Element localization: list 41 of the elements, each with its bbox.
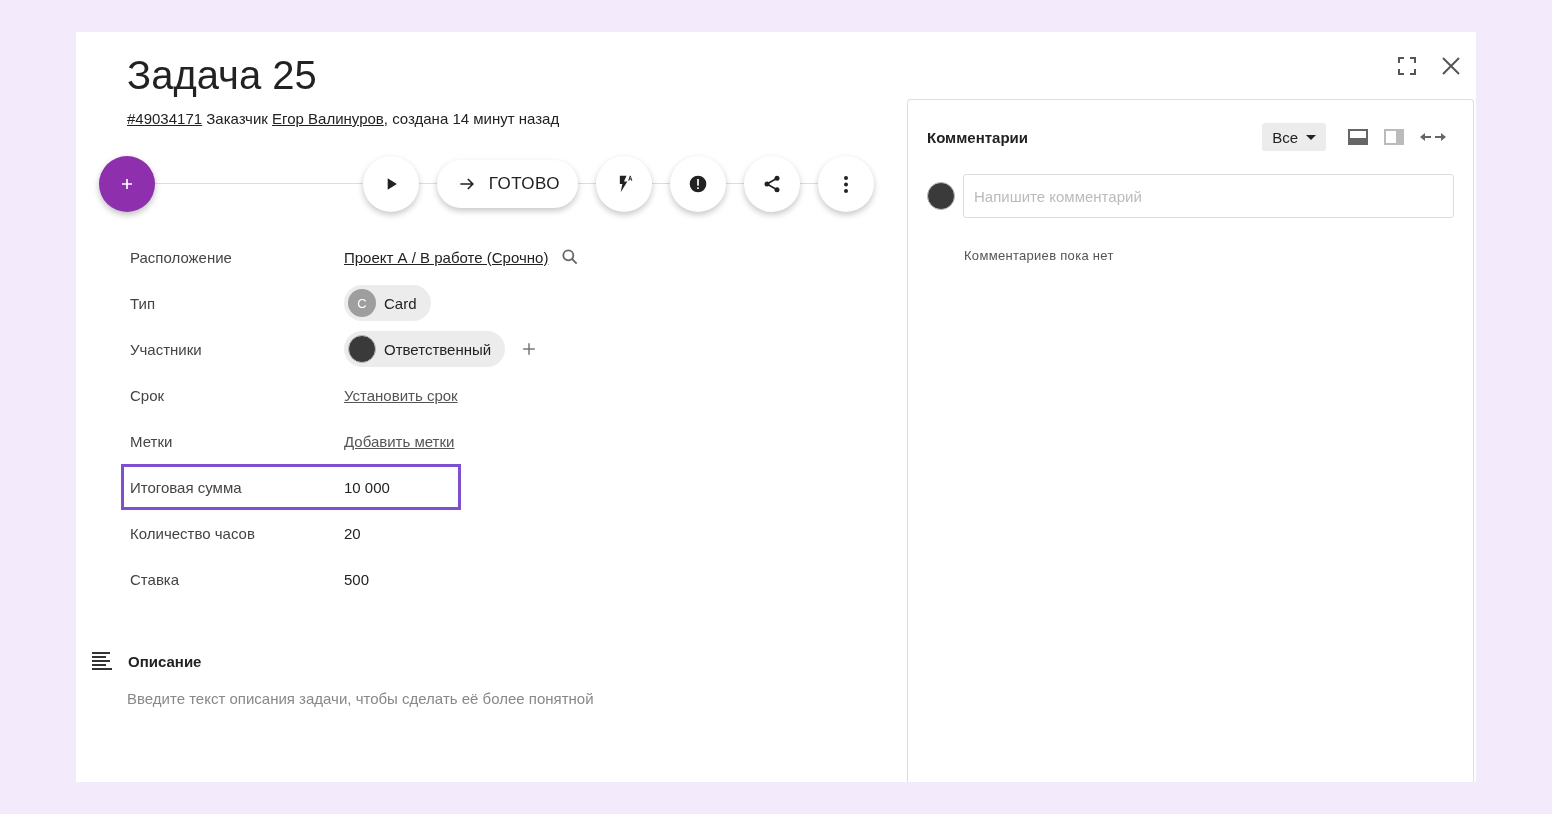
meta-link[interactable]: Егор Валинуров [272, 110, 384, 127]
comments-title: Комментарии [927, 128, 1028, 146]
field-label: Количество часов [130, 524, 256, 542]
filter-dropdown[interactable]: Все [1262, 123, 1326, 151]
field-label: Ставка [130, 570, 181, 588]
share-button[interactable] [744, 156, 800, 212]
field-value: 500 [344, 570, 370, 588]
avatar-icon [348, 335, 376, 363]
avatar-icon [927, 182, 955, 210]
empty-comments-text: Комментариев пока нет [964, 248, 1115, 263]
field-value: 10 000 [344, 478, 390, 496]
caret-icon [1306, 134, 1316, 140]
field-label: Итоговая сумма [130, 478, 243, 496]
task-meta: #49034171 Заказчик Егор Валинуров, создана 14 минут назад [127, 109, 561, 129]
type-chip[interactable]: C Card [344, 285, 431, 321]
exclamation-icon [688, 174, 708, 194]
task-title: Задача 25 [127, 52, 318, 98]
close-icon[interactable] [1442, 56, 1460, 75]
field-label: Участники [130, 340, 203, 358]
field-value: 20 [344, 524, 361, 542]
field-label: Тип [130, 294, 156, 312]
fullscreen-icon[interactable] [1398, 56, 1416, 75]
automation-button[interactable] [596, 156, 652, 212]
participant-chip[interactable]: Ответственный [344, 331, 506, 367]
action-link[interactable]: Добавить метки [344, 432, 455, 450]
location-link[interactable]: Проект А / В работе (Срочно) [344, 248, 549, 266]
description-placeholder[interactable]: Введите текст описания задачи, чтобы сделать её более понятной [127, 690, 907, 707]
add-button[interactable] [99, 156, 155, 212]
comment-input[interactable]: Напишите комментарий [963, 174, 1454, 218]
description-title: Описание [128, 652, 202, 670]
more-icon [844, 175, 848, 193]
field-label: Срок [130, 386, 166, 404]
done-button[interactable]: ГОТОВО [436, 160, 578, 208]
alert-button[interactable] [670, 156, 726, 212]
share-icon [762, 174, 782, 194]
type-letter-icon: C [348, 289, 376, 317]
text-lines-icon [92, 652, 112, 670]
meta-link[interactable]: #49034171 [127, 110, 203, 127]
action-link[interactable]: Установить срок [344, 386, 458, 404]
field-label: Расположение [130, 248, 233, 266]
field-label: Метки [130, 432, 174, 450]
